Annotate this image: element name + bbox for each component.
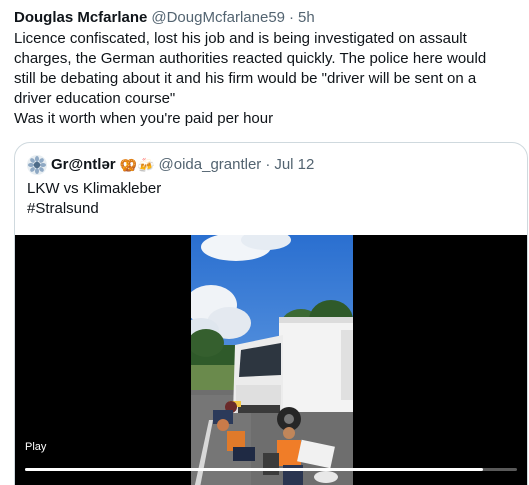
separator-dot: · bbox=[289, 9, 295, 26]
quoted-tweet-date[interactable]: Jul 12 bbox=[274, 155, 314, 175]
quoted-text-line: LKW vs Klimakleber bbox=[27, 180, 162, 197]
video-progress-fill bbox=[25, 468, 483, 471]
quoted-author-name[interactable]: Gr@ntlər bbox=[51, 155, 116, 175]
tweet-text-line: still be debating about it and his firm … bbox=[14, 70, 477, 87]
tweet-text-line: Was it worth when you're paid per hour bbox=[14, 110, 274, 127]
tweet-header: Douglas Mcfarlane @DougMcfarlane59 · 5h bbox=[14, 8, 315, 28]
video-scene-image bbox=[191, 235, 353, 485]
video-player[interactable]: Play bbox=[15, 235, 527, 485]
tweet-time[interactable]: 5h bbox=[298, 8, 315, 28]
quoted-tweet-text: LKW vs Klimakleber #Stralsund bbox=[27, 179, 161, 219]
author-handle[interactable]: @DougMcfarlane59 bbox=[151, 8, 285, 28]
sunflower-avatar-icon[interactable] bbox=[27, 155, 47, 175]
separator-dot: · bbox=[265, 156, 271, 173]
video-progress-bar[interactable] bbox=[25, 468, 517, 471]
play-button[interactable]: Play bbox=[25, 440, 46, 454]
quoted-tweet-card[interactable]: Gr@ntlər 🥨🍻 @oida_grantler · Jul 12 LKW … bbox=[14, 142, 528, 485]
tweet-text-line: driver education course" bbox=[14, 90, 176, 107]
tweet-text-line: charges, the German authorities reacted … bbox=[14, 50, 487, 67]
quoted-text-hashtag[interactable]: #Stralsund bbox=[27, 199, 161, 219]
tweet-text-line: Licence confiscated, lost his job and is… bbox=[14, 30, 467, 47]
video-thumbnail[interactable] bbox=[191, 235, 353, 485]
quoted-author-handle[interactable]: @oida_grantler bbox=[159, 155, 262, 175]
tweet[interactable]: Douglas Mcfarlane @DougMcfarlane59 · 5h … bbox=[0, 0, 529, 485]
author-name[interactable]: Douglas Mcfarlane bbox=[14, 8, 147, 28]
tweet-text: Licence confiscated, lost his job and is… bbox=[14, 29, 514, 129]
quoted-tweet-header: Gr@ntlər 🥨🍻 @oida_grantler · Jul 12 bbox=[27, 155, 314, 175]
pretzel-beer-emoji-icon: 🥨🍻 bbox=[119, 157, 155, 173]
